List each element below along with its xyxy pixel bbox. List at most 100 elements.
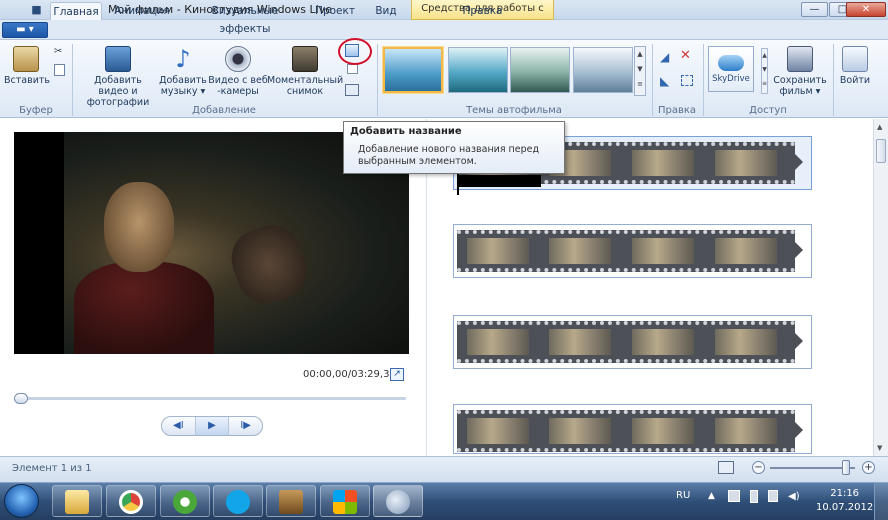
group-separator <box>833 44 834 116</box>
clip-frame <box>549 418 611 444</box>
snapshot-button[interactable]: Моментальный снимок <box>267 46 343 97</box>
chrome-icon <box>119 490 143 514</box>
taskbar-chrome[interactable] <box>106 485 156 517</box>
skydrive-button[interactable]: SkyDrive <box>708 46 758 92</box>
tray-expand-icon[interactable]: ▲ <box>708 491 715 501</box>
storyboard-clip[interactable] <box>453 224 812 278</box>
storyboard-scrollbar[interactable]: ▲ ▼ <box>873 119 888 456</box>
theme-thumbnail[interactable] <box>573 47 633 93</box>
show-desktop-button[interactable] <box>874 483 888 520</box>
tab-home[interactable]: Главная <box>50 2 102 20</box>
timecode: 00:00,00/03:29,34 <box>303 369 396 380</box>
zoom-out-button[interactable]: − <box>752 461 765 474</box>
webcam-icon <box>225 46 251 72</box>
tooltip-description: Добавление нового названия перед выбранн… <box>358 144 540 167</box>
zoom-in-button[interactable]: + <box>862 461 875 474</box>
taskbar-paint[interactable] <box>373 485 423 517</box>
folder-icon <box>65 490 89 514</box>
tab-project[interactable]: Проект <box>314 2 356 20</box>
minimize-button[interactable]: — <box>801 2 828 17</box>
power-icon[interactable] <box>750 490 758 503</box>
taskbar-utorrent[interactable] <box>160 485 210 517</box>
add-credits-button[interactable] <box>345 84 359 96</box>
volume-icon[interactable]: ◀) <box>788 491 800 502</box>
taskbar-explorer[interactable] <box>52 485 102 517</box>
clip-frame <box>549 238 611 264</box>
storyboard-clip[interactable] <box>453 315 812 369</box>
clip-frame <box>715 238 777 264</box>
rotate-left-icon[interactable]: ◢ <box>660 50 669 64</box>
share-gallery-scroll[interactable]: ▲ ▼ ≡ <box>761 48 768 94</box>
video-frame <box>74 262 214 354</box>
add-music-button[interactable]: ♪ Добавить музыку ▾ <box>158 46 208 97</box>
playback-controls: ◀I ▶ I▶ <box>161 416 263 436</box>
taskbar-skype[interactable] <box>213 485 263 517</box>
copy-icon[interactable] <box>54 64 65 76</box>
utorrent-icon <box>173 490 197 514</box>
scroll-down-icon[interactable]: ▼ <box>877 444 882 452</box>
strip-arrow <box>794 332 803 350</box>
add-video-photos-button[interactable]: Добавить видео и фотографии <box>78 46 158 108</box>
theme-thumbnail[interactable] <box>510 47 570 93</box>
theme-thumbnail[interactable] <box>448 47 508 93</box>
clock-date: 10.07.2012 <box>816 502 874 513</box>
tray-clock[interactable]: 21:16 10.07.2012 <box>816 487 873 515</box>
group-label-themes: Темы автофильма <box>466 105 562 116</box>
clip-frame <box>467 329 529 355</box>
storyboard-clip[interactable] <box>453 404 812 454</box>
app-menu-button[interactable]: ▬ ▾ <box>2 22 48 38</box>
group-label-add: Добавление <box>192 105 256 116</box>
taskbar-video-converter[interactable] <box>266 485 316 517</box>
clip-frame <box>715 418 777 444</box>
select-all-icon[interactable] <box>681 75 693 86</box>
save-movie-icon <box>787 46 813 72</box>
webcam-video-button[interactable]: Видео с веб -камеры <box>208 46 268 97</box>
ribbon-tab-row <box>0 20 888 40</box>
add-caption-button[interactable] <box>347 64 358 74</box>
add-video-photos-label: Добавить видео и фотографии <box>86 75 150 108</box>
start-button[interactable] <box>4 484 39 518</box>
fullscreen-icon[interactable]: ↗ <box>390 368 404 381</box>
save-movie-button[interactable]: Сохранить фильм ▾ <box>770 46 830 97</box>
play-button[interactable]: ▶ <box>194 417 230 435</box>
previous-frame-button[interactable]: ◀I <box>162 417 195 435</box>
clock-time: 21:16 <box>830 488 860 499</box>
seek-bar[interactable] <box>16 397 406 400</box>
clip-frame <box>715 150 777 176</box>
video-frame <box>104 182 174 272</box>
save-movie-label: Сохранить фильм ▾ <box>773 75 827 97</box>
flag-icon[interactable] <box>728 490 740 502</box>
language-indicator[interactable]: RU <box>676 490 690 501</box>
cut-icon[interactable]: ✂ <box>54 46 66 57</box>
add-title-tooltip: Добавить название Добавление нового назв… <box>343 121 565 174</box>
music-note-icon: ♪ <box>175 45 191 73</box>
zoom-slider-thumb[interactable] <box>842 460 850 475</box>
theme-thumbnail[interactable] <box>383 47 443 93</box>
scroll-thumb[interactable] <box>876 139 886 163</box>
next-frame-button[interactable]: I▶ <box>229 417 262 435</box>
theme-gallery-scroll[interactable]: ▲ ▼ ≡ <box>634 46 646 96</box>
film-strip <box>457 410 795 452</box>
rotate-right-icon[interactable]: ◣ <box>660 74 669 88</box>
caption-marker[interactable] <box>459 175 541 187</box>
scroll-up-icon[interactable]: ▲ <box>877 123 882 131</box>
save-icon[interactable]: ■ <box>30 3 43 16</box>
seek-thumb[interactable] <box>14 393 28 404</box>
add-music-label: Добавить музыку ▾ <box>159 75 207 97</box>
tab-visual-effects[interactable]: Визуальные эффекты <box>190 2 300 35</box>
network-icon[interactable] <box>768 490 778 502</box>
paste-button[interactable]: Вставить <box>4 46 50 86</box>
user-icon <box>842 46 868 72</box>
sign-in-button[interactable]: Войти <box>838 46 872 86</box>
strip-arrow <box>794 241 803 259</box>
remove-icon[interactable]: ✕ <box>680 48 691 63</box>
close-button[interactable]: ✕ <box>846 2 886 17</box>
tab-edit[interactable]: Правка <box>455 2 510 20</box>
tab-view[interactable]: Вид <box>372 2 400 20</box>
skydrive-label: SkyDrive <box>712 74 750 84</box>
skydrive-tile: SkyDrive <box>708 46 754 92</box>
taskbar-windows-app[interactable] <box>320 485 370 517</box>
tooltip-title: Добавить название <box>350 126 462 137</box>
tab-animation[interactable]: Анимация <box>112 2 172 20</box>
thumbnail-size-icon[interactable] <box>718 461 734 474</box>
